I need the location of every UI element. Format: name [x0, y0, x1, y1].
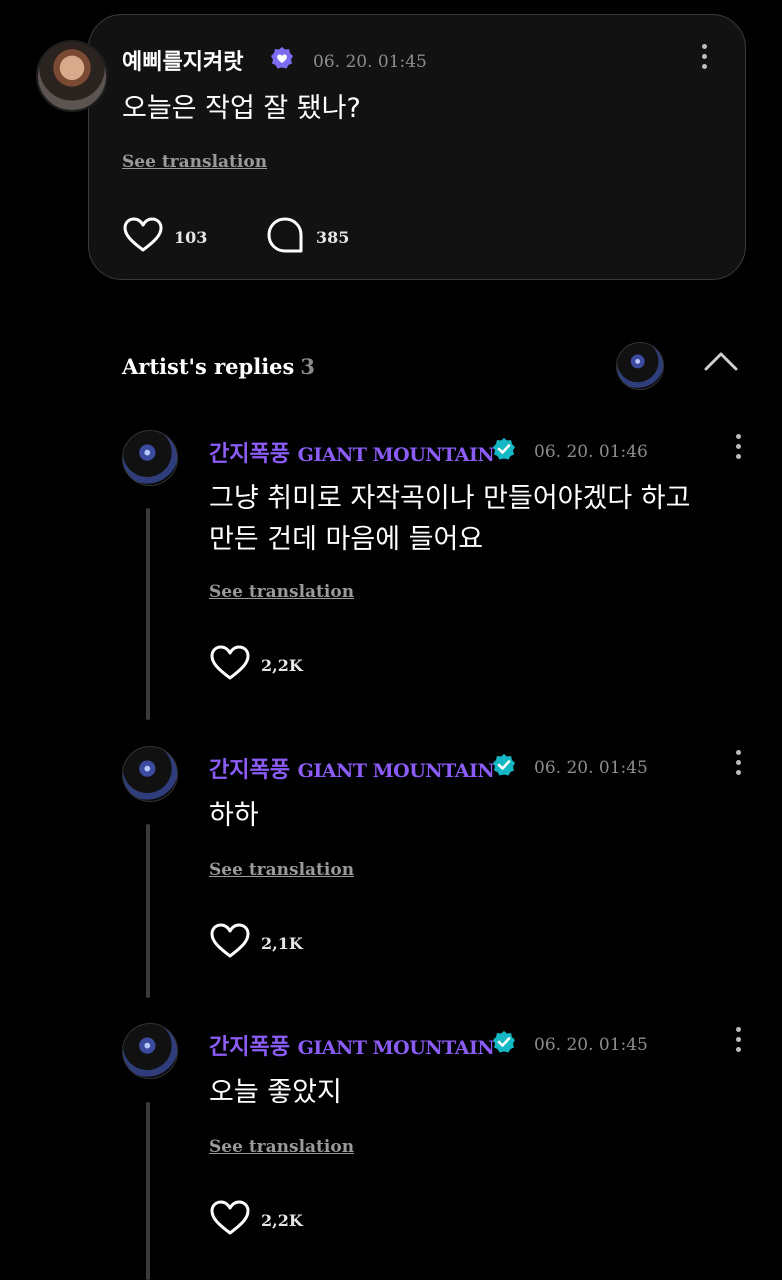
post-like-count: 103	[174, 228, 208, 247]
post-timestamp: 06. 20. 01:45	[313, 52, 427, 72]
reply-2-artist-avatar[interactable]	[122, 746, 178, 802]
reply-3-more-vertical-icon[interactable]	[734, 1027, 742, 1057]
reply-2-like-heart-icon[interactable]	[209, 922, 251, 960]
post-text: 오늘은 작업 잘 됐나?	[122, 93, 361, 124]
reply-3-timestamp: 06. 20. 01:45	[534, 1035, 648, 1055]
reply-3-artist-verified-check-icon	[492, 1030, 516, 1054]
reply-2-artist-name[interactable]: 간지폭풍 GIANT MOUNTAIN	[209, 752, 495, 784]
reply-2-see-translation-link[interactable]: See translation	[209, 860, 354, 880]
fan-verified-heart-icon	[270, 46, 294, 70]
reply-1-text-line-1: 그냥 취미로 자작곡이나 만들어야겠다 하고	[209, 483, 691, 514]
artist-replies-count: 3	[300, 354, 315, 379]
reply-1-thread-line	[146, 508, 150, 720]
reply-1-artist-name[interactable]: 간지폭풍 GIANT MOUNTAIN	[209, 436, 495, 468]
reply-3-text: 오늘 좋았지	[209, 1077, 342, 1108]
reply-1-like-count: 2,2K	[261, 656, 303, 675]
reply-3-like-count: 2,2K	[261, 1211, 303, 1230]
post-comment-count: 385	[316, 228, 350, 247]
reply-2-thread-line	[146, 824, 150, 998]
artist-replies-title: Artist's replies	[122, 354, 295, 379]
reply-3-name-kr: 간지폭풍	[209, 1035, 290, 1060]
reply-1-artist-verified-check-icon	[492, 437, 516, 461]
replies-artist-avatar	[616, 342, 664, 390]
reply-1-more-vertical-icon[interactable]	[734, 434, 742, 464]
reply-1-see-translation-link[interactable]: See translation	[209, 582, 354, 602]
reply-1-name-en: GIANT MOUNTAIN	[297, 444, 495, 466]
fan-avatar[interactable]	[36, 40, 108, 112]
reply-3-artist-avatar[interactable]	[122, 1023, 178, 1079]
reply-3-thread-line	[146, 1102, 150, 1280]
post-see-translation-link[interactable]: See translation	[122, 152, 267, 172]
reply-3-like-heart-icon[interactable]	[209, 1199, 251, 1237]
post-comment-bubble-icon[interactable]	[266, 216, 304, 254]
post-more-vertical-icon[interactable]	[700, 44, 708, 74]
reply-1-text-line-2: 만든 건데 마음에 들어요	[209, 524, 484, 555]
reply-3-name-en: GIANT MOUNTAIN	[297, 1037, 495, 1059]
reply-2-name-kr: 간지폭풍	[209, 758, 290, 783]
reply-2-text: 하하	[209, 800, 259, 831]
reply-1-name-kr: 간지폭풍	[209, 442, 290, 467]
reply-1-timestamp: 06. 20. 01:46	[534, 442, 648, 462]
reply-2-name-en: GIANT MOUNTAIN	[297, 760, 495, 782]
artist-replies-header: Artist's replies 3	[122, 354, 315, 379]
reply-2-artist-verified-check-icon	[492, 753, 516, 777]
collapse-chevron-up-icon[interactable]	[704, 350, 738, 372]
reply-2-more-vertical-icon[interactable]	[734, 750, 742, 780]
reply-2-like-count: 2,1K	[261, 934, 303, 953]
reply-3-see-translation-link[interactable]: See translation	[209, 1137, 354, 1157]
reply-1-artist-avatar[interactable]	[122, 430, 178, 486]
reply-1-like-heart-icon[interactable]	[209, 644, 251, 682]
reply-2-timestamp: 06. 20. 01:45	[534, 758, 648, 778]
post-like-heart-icon[interactable]	[122, 216, 164, 254]
fan-name[interactable]: 예삐를지켜랏	[122, 44, 243, 76]
reply-3-artist-name[interactable]: 간지폭풍 GIANT MOUNTAIN	[209, 1029, 495, 1061]
